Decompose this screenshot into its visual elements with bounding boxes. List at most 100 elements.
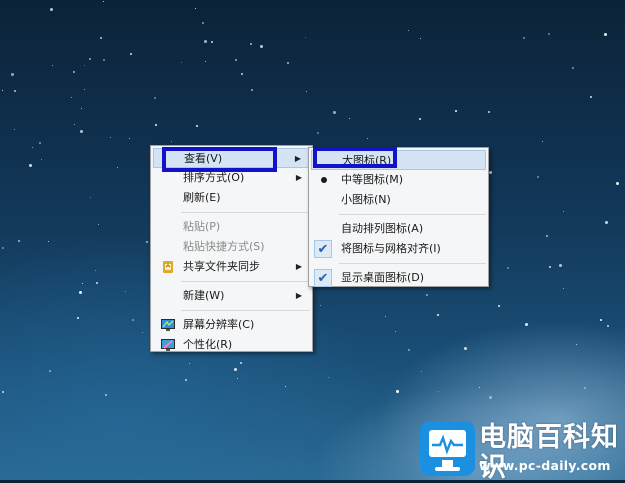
star	[396, 390, 399, 393]
star	[420, 38, 421, 39]
watermark-url: www.pc-daily.com	[479, 458, 611, 473]
menu-item-label: 小图标(N)	[341, 193, 391, 206]
menu-item-paste-shortcut[interactable]: 粘贴快捷方式(S)	[153, 237, 310, 257]
star	[328, 377, 329, 378]
star	[306, 91, 307, 92]
star	[235, 59, 237, 61]
star	[616, 182, 619, 185]
star	[2, 247, 4, 249]
star	[234, 368, 237, 371]
watermark-title: 电脑百科知识	[479, 422, 619, 483]
menu-item-refresh[interactable]: 刷新(E)	[153, 188, 310, 208]
menu-separator	[181, 212, 310, 213]
star	[546, 235, 548, 237]
menu-item-label: 刷新(E)	[183, 191, 221, 204]
star	[320, 305, 321, 306]
star	[39, 142, 41, 144]
star	[285, 386, 286, 387]
menu-item-label: 新建(W)	[183, 289, 225, 302]
star	[103, 1, 104, 2]
star	[479, 387, 480, 388]
monitor-logo-icon	[420, 421, 475, 476]
menu-item-align-to-grid[interactable]: ✔ 将图标与网格对齐(I)	[311, 239, 486, 259]
submenu-arrow-icon: ▶	[295, 262, 302, 271]
star	[142, 332, 143, 333]
star	[488, 111, 490, 113]
star	[90, 197, 91, 198]
star	[73, 71, 75, 73]
menu-separator	[181, 310, 310, 311]
star	[77, 317, 79, 319]
menu-item-label: 个性化(R)	[183, 338, 233, 351]
star	[89, 58, 91, 60]
menu-item-auto-arrange[interactable]: 自动排列图标(A)	[311, 219, 486, 239]
star	[117, 167, 118, 168]
star	[52, 65, 53, 66]
menu-item-label: 屏幕分辨率(C)	[183, 318, 255, 331]
star	[584, 387, 586, 389]
star	[74, 124, 75, 125]
star	[185, 379, 187, 381]
menu-item-label: 中等图标(M)	[341, 173, 404, 186]
star	[563, 288, 564, 289]
star	[84, 65, 85, 66]
star	[525, 323, 528, 326]
star	[189, 363, 190, 364]
star	[154, 97, 156, 99]
star	[489, 396, 492, 399]
star	[489, 171, 492, 174]
star	[576, 344, 577, 345]
star	[171, 141, 172, 142]
star	[211, 41, 213, 43]
star	[48, 241, 49, 242]
star	[542, 141, 543, 142]
menu-item-shared-folder-sync[interactable]: 共享文件夹同步 ▶	[153, 257, 310, 277]
star	[421, 371, 422, 372]
submenu-arrow-icon: ▶	[294, 154, 301, 163]
star	[607, 325, 609, 327]
star	[49, 370, 51, 372]
menu-item-new[interactable]: 新建(W) ▶	[153, 286, 310, 306]
star	[240, 362, 242, 364]
star	[287, 62, 289, 64]
star	[605, 221, 608, 224]
star	[250, 43, 252, 45]
star	[260, 45, 263, 48]
star	[71, 97, 72, 98]
menu-item-paste[interactable]: 粘贴(P)	[153, 217, 310, 237]
star	[537, 176, 539, 178]
star	[523, 37, 525, 39]
star	[79, 291, 82, 294]
menu-separator	[339, 214, 486, 215]
submenu-arrow-icon: ▶	[295, 173, 302, 182]
star	[125, 291, 126, 292]
star	[464, 347, 467, 350]
personalize-icon	[161, 339, 175, 351]
annotation-box-large-icons	[313, 147, 397, 168]
menu-item-small-icons[interactable]: 小图标(N)	[311, 190, 486, 210]
menu-item-screen-resolution[interactable]: 屏幕分辨率(C)	[153, 315, 310, 335]
menu-item-personalize[interactable]: 个性化(R)	[153, 335, 310, 355]
menu-item-medium-icons[interactable]: 中等图标(M)	[311, 170, 486, 190]
star	[181, 62, 182, 63]
star	[385, 316, 386, 317]
watermark-logo: 电脑百科知识 www.pc-daily.com	[420, 417, 625, 483]
star	[395, 331, 396, 332]
checkmark-icon: ✔	[314, 240, 332, 258]
menu-item-label: 排序方式(O)	[183, 171, 245, 184]
star	[349, 118, 350, 119]
star	[14, 90, 16, 92]
annotation-box-view	[162, 147, 277, 172]
checkmark-icon: ✔	[314, 269, 332, 287]
radio-bullet-icon	[321, 177, 327, 183]
star	[18, 240, 20, 242]
star	[563, 211, 564, 212]
star	[98, 224, 99, 225]
menu-item-label: 粘贴(P)	[183, 220, 221, 233]
star	[29, 164, 32, 167]
menu-item-show-desktop-icons[interactable]: ✔ 显示桌面图标(D)	[311, 268, 486, 288]
star	[82, 283, 83, 284]
menu-item-label: 共享文件夹同步	[183, 260, 260, 273]
screen-resolution-icon	[161, 319, 175, 331]
star	[155, 124, 157, 126]
